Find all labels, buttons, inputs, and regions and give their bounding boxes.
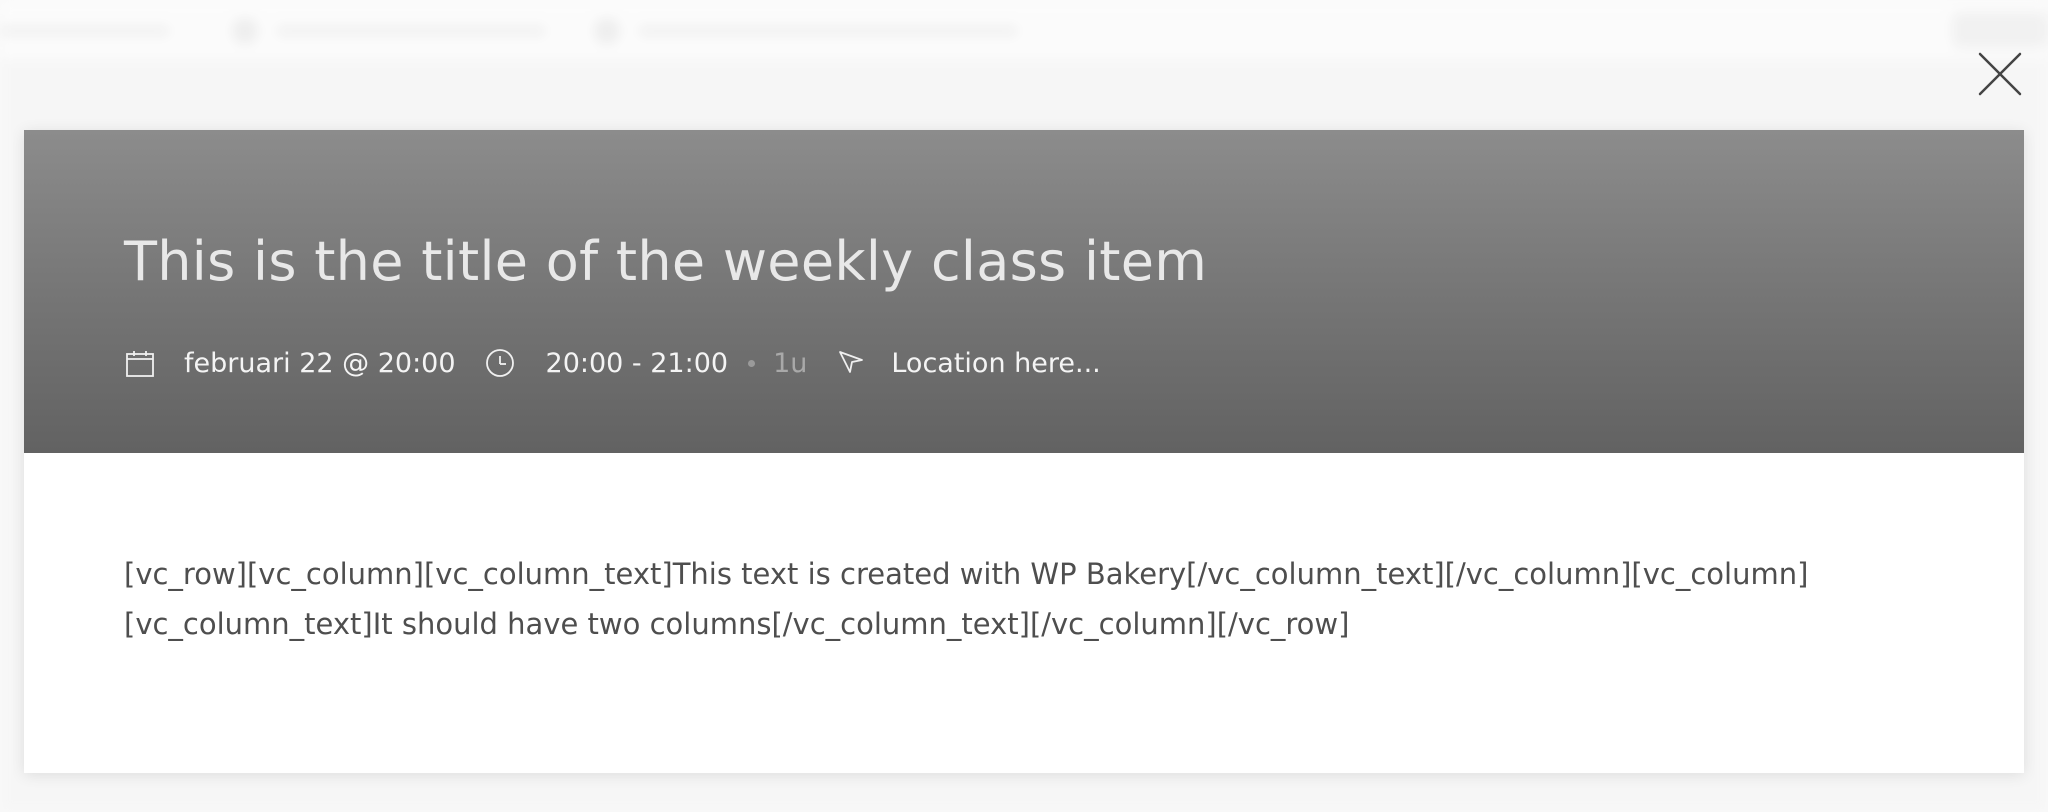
event-description: [vc_row][vc_column][vc_column_text]This … <box>124 549 1884 649</box>
clock-icon <box>484 347 516 379</box>
location-arrow-icon <box>835 347 867 379</box>
description-line: [vc_row][vc_column][vc_column_text]This … <box>124 557 1809 591</box>
meta-separator-dot <box>748 359 756 367</box>
event-date: februari 22 @ 20:00 <box>184 347 456 379</box>
event-meta: februari 22 @ 20:00 20:00 - 21:00 1u Loc… <box>124 343 1101 383</box>
close-icon <box>1978 52 2022 96</box>
event-modal-header: This is the title of the weekly class it… <box>24 130 2024 453</box>
event-location: Location here... <box>891 347 1101 379</box>
event-title: This is the title of the weekly class it… <box>124 230 1208 293</box>
event-duration: 1u <box>773 347 808 379</box>
close-button[interactable] <box>1976 50 2024 98</box>
event-time-range: 20:00 - 21:00 <box>545 347 729 379</box>
event-modal: This is the title of the weekly class it… <box>24 130 2024 773</box>
description-line: [vc_column_text]It should have two colum… <box>124 607 1350 641</box>
calendar-icon <box>124 347 156 379</box>
